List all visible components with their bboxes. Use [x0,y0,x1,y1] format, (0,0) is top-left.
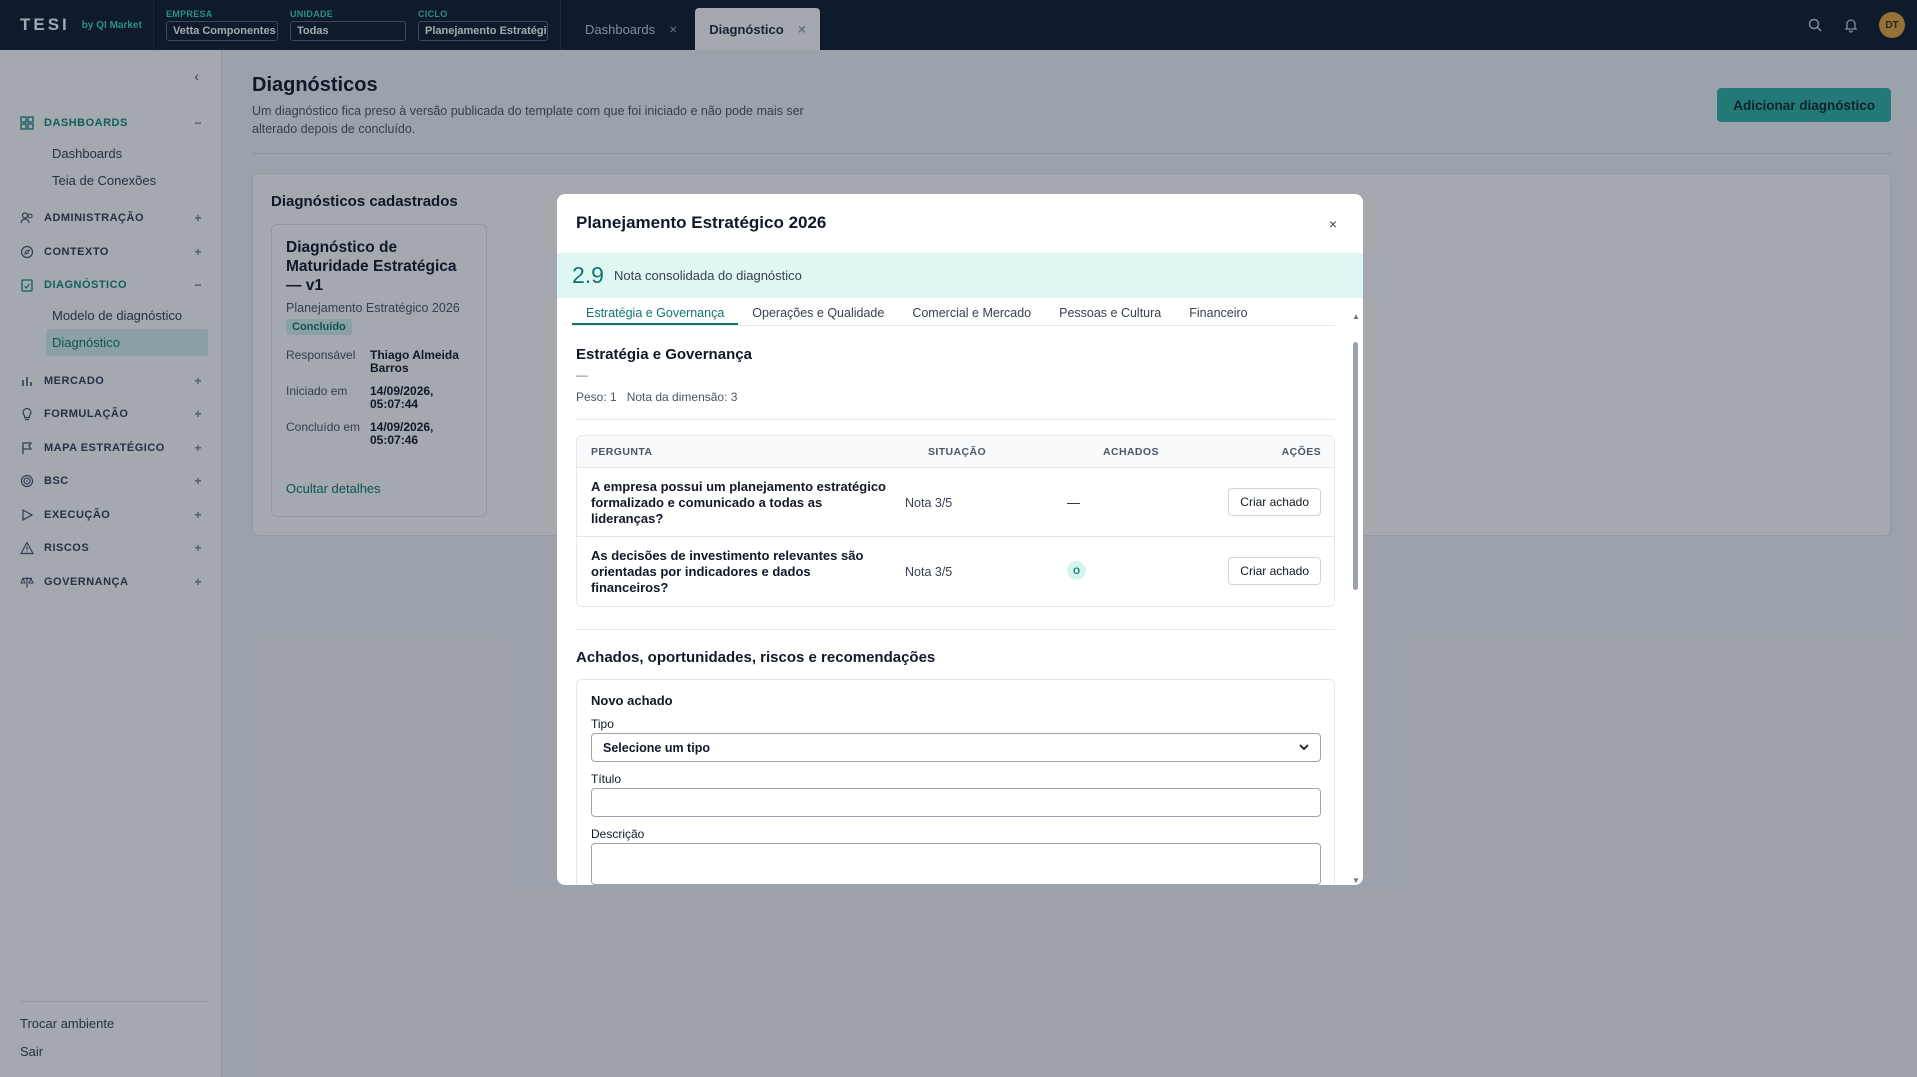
new-finding-form: Novo achado Tipo Selecione um tipo Títul… [576,679,1335,885]
score-value: 2.9 [572,262,604,288]
tab-estrategia-governanca[interactable]: Estratégia e Governança [572,302,739,325]
description-label: Descrição [591,827,645,841]
column-header: PERGUNTA [591,446,653,458]
section-description: — [576,368,588,382]
modal-scrollbar[interactable]: ▲ ▼ [1351,312,1361,885]
question-text: As decisões de investimento relevantes s… [591,548,864,595]
table-row: A empresa possui um planejamento estraté… [577,468,1334,537]
tab-financeiro[interactable]: Financeiro [1175,302,1261,325]
type-select[interactable]: Selecione um tipo [591,733,1321,762]
table-header: PERGUNTA SITUAÇÃO ACHADOS AÇÕES [577,436,1334,468]
tab-pessoas-cultura[interactable]: Pessoas e Cultura [1045,302,1175,325]
title-input[interactable] [591,788,1321,817]
findings-count-badge[interactable]: O [1067,561,1086,580]
tab-operacoes-qualidade[interactable]: Operações e Qualidade [738,302,898,325]
chevron-down-icon [1298,741,1310,756]
column-header: SITUAÇÃO [928,446,987,458]
modal-title: Planejamento Estratégico 2026 [576,213,827,232]
findings-section-title: Achados, oportunidades, riscos e recomen… [576,649,936,666]
diagnostic-modal: Planejamento Estratégico 2026 × 2.9 Nota… [557,194,1363,885]
section-meta: Peso: 1 Nota da dimensão: 3 [576,390,738,404]
question-text: A empresa possui um planejamento estraté… [591,479,886,526]
create-finding-button[interactable]: Criar achado [1228,488,1321,516]
title-label: Título [591,772,622,786]
question-situation: Nota 3/5 [905,565,953,579]
scroll-down-icon[interactable]: ▼ [1352,876,1360,885]
table-row: As decisões de investimento relevantes s… [577,537,1334,606]
column-header: ACHADOS [1103,446,1159,458]
scrollbar-thumb[interactable] [1353,342,1358,590]
divider [576,419,1335,420]
section-title: Estratégia e Governança [576,346,752,363]
column-header: AÇÕES [1281,446,1321,458]
description-textarea[interactable] [591,843,1321,885]
score-label: Nota consolidada do diagnóstico [613,268,802,283]
type-select-value: Selecione um tipo [603,740,710,755]
divider [576,629,1335,630]
form-title: Novo achado [591,693,673,708]
create-finding-button[interactable]: Criar achado [1228,557,1321,585]
close-icon[interactable]: × [1329,216,1337,232]
question-findings: — [1067,495,1080,510]
consolidated-score-bar: 2.9 Nota consolidada do diagnóstico [557,253,1363,298]
tab-comercial-mercado[interactable]: Comercial e Mercado [898,302,1045,325]
questions-table: PERGUNTA SITUAÇÃO ACHADOS AÇÕES A empres… [576,435,1335,607]
dimension-tabs: Estratégia e Governança Operações e Qual… [572,302,1335,326]
question-situation: Nota 3/5 [905,496,953,510]
scroll-up-icon[interactable]: ▲ [1352,312,1360,321]
type-label: Tipo [591,717,614,731]
